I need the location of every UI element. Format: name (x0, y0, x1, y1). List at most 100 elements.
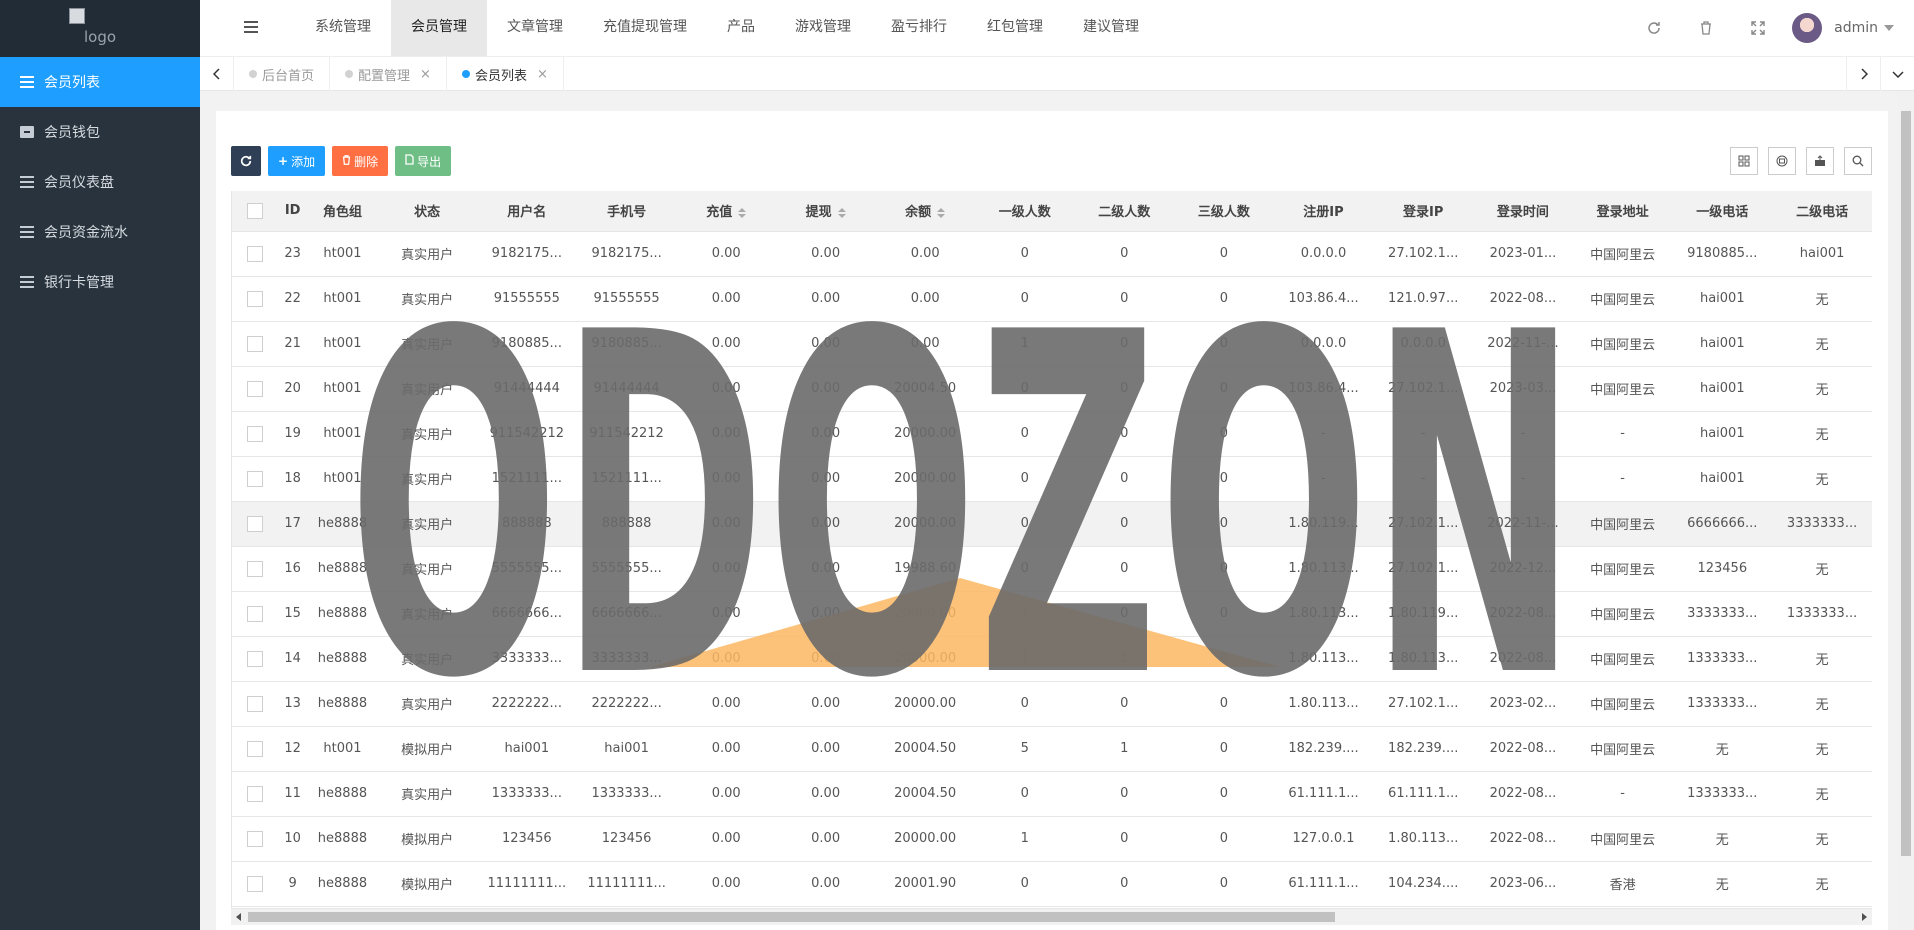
close-icon[interactable]: × (420, 67, 431, 82)
broken-image-icon (69, 8, 85, 24)
column-header[interactable]: 余额 (875, 191, 975, 232)
row-checkbox[interactable] (246, 470, 263, 487)
close-icon[interactable]: × (537, 67, 548, 82)
row-checkbox[interactable] (246, 560, 263, 577)
table-cell: 无 (1772, 816, 1872, 862)
row-checkbox[interactable] (246, 785, 263, 802)
table-cell: ht001 (307, 726, 378, 772)
menu-fold-icon[interactable] (244, 21, 258, 33)
table-cell: 103.86.4... (1273, 276, 1374, 322)
column-header: 三级人数 (1174, 191, 1274, 232)
table-row[interactable]: 11 he8888 真实用户 1333333... 1333333... 0.00 0.00… (232, 771, 1872, 817)
table-row[interactable]: 17 he8888 真实用户 888888 888888 0.00 0.00 20000.00… (232, 501, 1872, 547)
horizontal-scrollbar[interactable] (231, 908, 1872, 925)
column-header[interactable]: 提现 (775, 191, 876, 232)
export-table-icon[interactable] (1806, 147, 1834, 175)
row-checkbox[interactable] (246, 290, 263, 307)
top-nav-item[interactable]: 建议管理 (1063, 0, 1159, 56)
sidebar-item-0[interactable]: 会员列表 (0, 57, 200, 107)
row-checkbox[interactable] (246, 695, 263, 712)
export-button[interactable]: 导出 (395, 146, 452, 176)
top-nav-item[interactable]: 盈亏排行 (871, 0, 967, 56)
table-row[interactable]: 15 he8888 真实用户 6666666... 6666666... 0.00 0.00… (232, 591, 1872, 637)
row-checkbox[interactable] (246, 875, 263, 892)
top-nav-item[interactable]: 游戏管理 (775, 0, 871, 56)
table-cell: 0 (1174, 411, 1274, 457)
vertical-scroll-thumb[interactable] (1901, 111, 1911, 856)
table-cell: 888888 (576, 501, 677, 547)
table-cell: 无 (1772, 636, 1872, 682)
top-nav-item[interactable]: 产品 (707, 0, 775, 56)
refresh-icon[interactable] (1628, 0, 1680, 56)
refresh-button[interactable] (231, 146, 261, 176)
top-nav-item[interactable]: 文章管理 (487, 0, 583, 56)
table-cell: 中国阿里云 (1572, 546, 1673, 592)
row-checkbox[interactable] (246, 515, 263, 532)
table-cell: 0.00 (676, 321, 776, 367)
column-header: 状态 (377, 191, 477, 232)
scroll-thumb[interactable] (248, 912, 1335, 922)
top-nav-item[interactable]: 系统管理 (295, 0, 391, 56)
sort-icon[interactable] (738, 207, 747, 218)
table-cell: 0 (1174, 546, 1274, 592)
table-row[interactable]: 12 ht001 模拟用户 hai001 hai001 0.00 0.00 20004.50 5… (232, 726, 1872, 772)
row-checkbox[interactable] (246, 335, 263, 352)
tab[interactable]: 会员列表 × (447, 57, 564, 91)
sidebar-item-label: 会员资金流水 (44, 225, 128, 241)
search-icon[interactable] (1844, 147, 1872, 175)
table-cell: 1333333... (576, 771, 677, 817)
print-icon[interactable] (1768, 147, 1796, 175)
row-checkbox[interactable] (246, 245, 263, 262)
row-checkbox[interactable] (246, 740, 263, 757)
sidebar-item-3[interactable]: 会员资金流水 (0, 207, 200, 257)
table-cell: - (1572, 411, 1673, 457)
top-nav-item[interactable]: 红包管理 (967, 0, 1063, 56)
table-row[interactable]: 16 he8888 真实用户 5555555... 5555555... 0.00 0.00… (232, 546, 1872, 592)
table-cell: 中国阿里云 (1572, 276, 1673, 322)
table-row[interactable]: 23 ht001 真实用户 9182175... 9182175... 0.00 0.00 0… (232, 231, 1872, 277)
add-button[interactable]: + 添加 (268, 146, 326, 176)
tab[interactable]: 配置管理 × (330, 57, 447, 91)
table-row[interactable]: 18 ht001 真实用户 1521111... 1521111... 0.00 0.00 2… (232, 456, 1872, 502)
tabs-prev-button[interactable] (200, 57, 234, 91)
table-row[interactable]: 13 he8888 真实用户 2222222... 2222222... 0.00 0.00… (232, 681, 1872, 727)
sidebar-item-4[interactable]: 银行卡管理 (0, 257, 200, 307)
delete-button[interactable]: 删除 (332, 146, 389, 176)
columns-icon[interactable] (1730, 147, 1758, 175)
table-cell: ht001 (307, 276, 378, 322)
row-checkbox[interactable] (246, 650, 263, 667)
tab[interactable]: 后台首页 (234, 57, 331, 91)
tabs-next-button[interactable] (1846, 57, 1880, 91)
user-menu[interactable]: admin (1784, 13, 1914, 43)
table-row[interactable]: 22 ht001 真实用户 91555555 91555555 0.00 0.00 0.00 0… (232, 276, 1872, 322)
row-checkbox[interactable] (246, 830, 263, 847)
table-row[interactable]: 20 ht001 真实用户 91444444 91444444 0.00 0.00 20004… (232, 366, 1872, 412)
column-header-label: 二级人数 (1098, 205, 1151, 221)
select-all-checkbox[interactable] (246, 202, 263, 219)
table-row[interactable]: 9 he8888 模拟用户 11111111... 11111111... 0.00 0.0… (232, 861, 1872, 907)
row-checkbox[interactable] (246, 425, 263, 442)
sort-icon[interactable] (837, 207, 846, 218)
tabs-more-button[interactable] (1880, 57, 1914, 91)
logo[interactable]: logo (0, 0, 200, 57)
table-cell: 1 (1074, 726, 1175, 772)
vertical-scrollbar[interactable] (1898, 91, 1914, 930)
fullscreen-icon[interactable] (1732, 0, 1784, 56)
top-nav-item[interactable]: 会员管理 (391, 0, 487, 56)
scroll-right-icon[interactable] (1862, 913, 1867, 921)
sidebar-item-2[interactable]: 会员仪表盘 (0, 157, 200, 207)
top-nav-item[interactable]: 充值提现管理 (583, 0, 707, 56)
row-checkbox[interactable] (246, 380, 263, 397)
table-row[interactable]: 10 he8888 模拟用户 123456 123456 0.00 0.00 20000.00… (232, 816, 1872, 862)
trash-icon[interactable] (1680, 0, 1732, 56)
table-cell: 14 (277, 636, 308, 682)
table-row[interactable]: 19 ht001 真实用户 911542212 911542212 0.00 0.00 200… (232, 411, 1872, 457)
row-checkbox[interactable] (246, 605, 263, 622)
table-cell: hai001 (1672, 456, 1773, 502)
sort-icon[interactable] (937, 207, 946, 218)
column-header[interactable]: 充值 (676, 191, 776, 232)
table-row[interactable]: 21 ht001 真实用户 9180885... 9180885... 0.00 0.00 0… (232, 321, 1872, 367)
sidebar-item-1[interactable]: 会员钱包 (0, 107, 200, 157)
scroll-left-icon[interactable] (236, 913, 241, 921)
table-row[interactable]: 14 he8888 真实用户 3333333... 3333333... 0.00 0.00… (232, 636, 1872, 682)
